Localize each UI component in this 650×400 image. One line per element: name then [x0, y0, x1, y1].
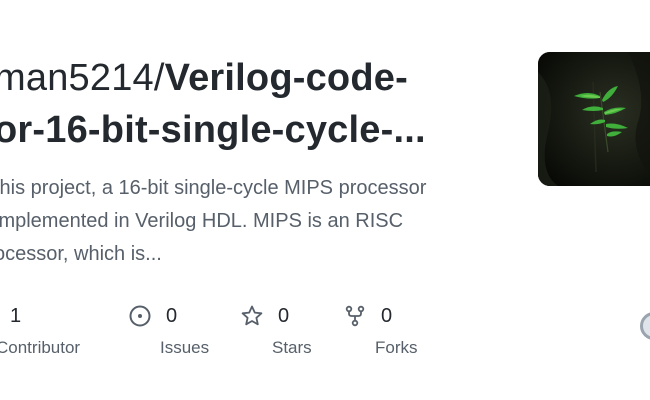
forks-label: Forks [375, 338, 418, 357]
repo-owner: man5214/ [0, 57, 165, 99]
repo-title-line-1: man5214/Verilog-code- [0, 52, 504, 104]
stat-issues[interactable]: 0 Issues [128, 300, 209, 358]
stars-count: 0 [278, 304, 290, 327]
stat-contributors[interactable]: 1 Contributor [0, 300, 80, 358]
stat-stars[interactable]: 0 Stars [240, 300, 312, 358]
plant-image-icon [538, 52, 650, 186]
description-line-3: ocessor, which is... [0, 243, 162, 265]
description-line-1: this project, a 16-bit single-cycle MIPS… [0, 177, 427, 199]
repo-thumbnail [538, 52, 650, 186]
issues-count: 0 [166, 304, 178, 327]
repo-title-line-2: or-16-bit-single-cycle-... [0, 109, 426, 151]
repo-description: this project, a 16-bit single-cycle MIPS… [0, 172, 504, 271]
repo-stats: 1 Contributor 0 Issues 0 Stars 0 Forks [0, 300, 650, 370]
stars-label: Stars [272, 338, 312, 357]
issue-opened-icon [128, 304, 152, 328]
repo-title[interactable]: man5214/Verilog-code- or-16-bit-single-c… [0, 52, 504, 156]
repo-social-card: man5214/Verilog-code- or-16-bit-single-c… [0, 0, 650, 400]
issues-label: Issues [160, 338, 210, 357]
stat-forks-row: 0 [343, 300, 418, 332]
stat-issues-row: 0 [128, 300, 209, 332]
contributors-label: Contributor [0, 338, 81, 357]
stat-contributors-row: 1 [0, 300, 80, 332]
forks-count: 0 [381, 304, 393, 327]
stat-forks[interactable]: 0 Forks [343, 300, 418, 358]
description-line-2: implemented in Verilog HDL. MIPS is an R… [0, 210, 404, 232]
stat-stars-row: 0 [240, 300, 312, 332]
repo-forked-icon [343, 304, 367, 328]
star-icon [240, 304, 264, 328]
repo-name: Verilog-code- [164, 57, 408, 99]
contributors-count: 1 [10, 304, 22, 327]
